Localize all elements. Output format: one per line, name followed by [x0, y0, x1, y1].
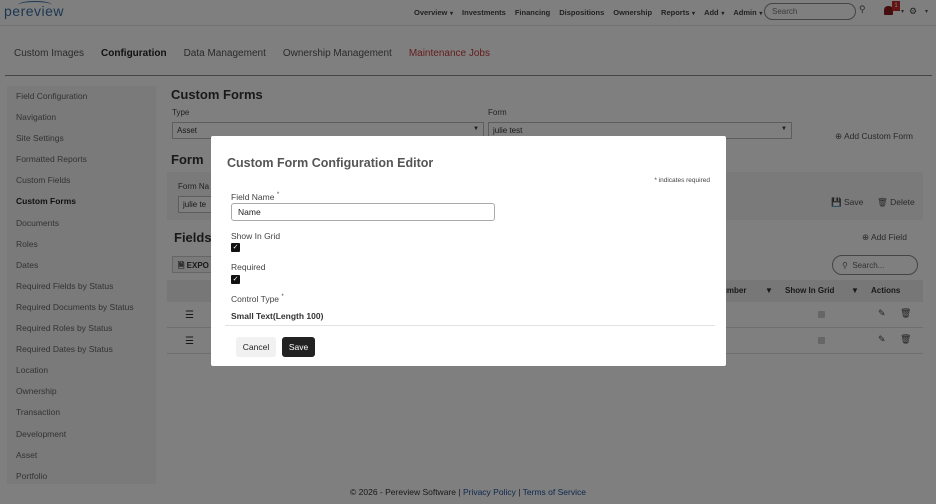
field-name-input[interactable] [231, 203, 495, 221]
control-type-label: Control Type * [231, 294, 284, 304]
required-label: Required [231, 262, 266, 272]
cancel-button[interactable]: Cancel [236, 337, 276, 357]
save-button[interactable]: Save [282, 337, 315, 357]
required-note: * indicates required [654, 177, 710, 184]
show-in-grid-checkbox[interactable]: ✓ [231, 243, 240, 252]
field-name-label: Field Name * [231, 192, 280, 202]
show-in-grid-label: Show In Grid [231, 231, 281, 241]
custom-form-config-modal: Custom Form Configuration Editor * indic… [211, 136, 726, 366]
required-checkbox[interactable]: ✓ [231, 275, 240, 284]
modal-title: Custom Form Configuration Editor [227, 156, 434, 170]
control-type-value[interactable]: Small Text(Length 100) [231, 311, 323, 321]
modal-footer-divider [225, 325, 715, 326]
